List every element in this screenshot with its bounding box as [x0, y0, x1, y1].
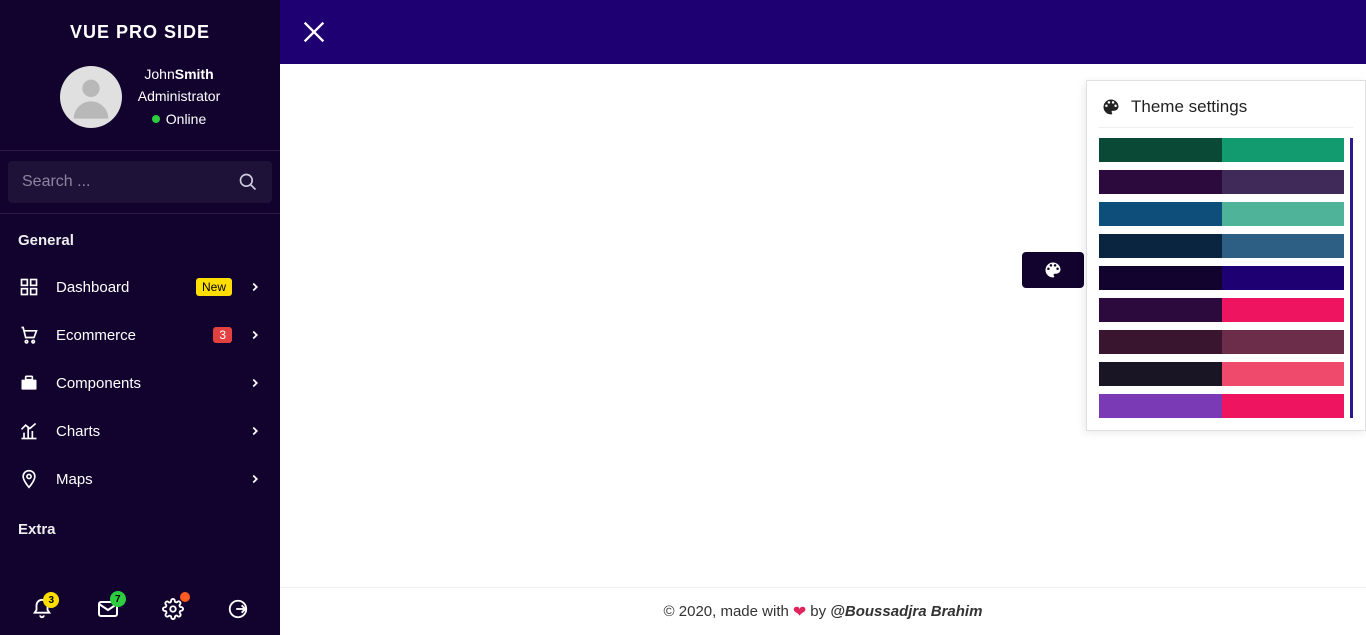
theme-option[interactable]	[1099, 298, 1344, 322]
theme-option[interactable]	[1099, 266, 1344, 290]
user-first-name: John	[144, 66, 174, 82]
user-info: JohnSmith Administrator Online	[138, 63, 220, 130]
sidebar-item-label: Components	[56, 375, 232, 392]
user-status-text: Online	[166, 108, 206, 130]
theme-option[interactable]	[1099, 234, 1344, 258]
theme-panel-title: Theme settings	[1131, 97, 1247, 117]
theme-option[interactable]	[1099, 138, 1344, 162]
user-status: Online	[138, 108, 220, 130]
theme-options-list	[1099, 138, 1353, 418]
dashboard-icon	[18, 277, 40, 297]
notification-count-badge: 3	[43, 592, 59, 608]
divider	[1099, 127, 1353, 128]
palette-icon	[1101, 97, 1121, 117]
chevron-right-icon	[248, 280, 262, 294]
sidebar-item-label: Ecommerce	[56, 327, 197, 344]
sidebar-item-label: Charts	[56, 423, 232, 440]
topbar	[280, 0, 1366, 64]
badge-new: New	[196, 278, 232, 296]
avatar[interactable]	[60, 66, 122, 128]
sidebar-item-maps[interactable]: Maps	[0, 455, 280, 503]
footer-credit: @Boussadjra Brahim	[830, 603, 982, 620]
sidebar-item-ecommerce[interactable]: Ecommerce 3	[0, 311, 280, 359]
search-input[interactable]	[22, 173, 238, 191]
theme-option[interactable]	[1099, 170, 1344, 194]
messages-button[interactable]: 7	[96, 597, 120, 621]
chevron-right-icon	[248, 472, 262, 486]
app-logo: VUE PRO SIDE	[0, 0, 280, 53]
footer-copyright: © 2020, made with	[664, 603, 789, 620]
search-icon[interactable]	[238, 172, 258, 192]
cart-icon	[18, 325, 40, 345]
search-input-wrapper[interactable]	[8, 161, 272, 203]
badge-count: 3	[213, 327, 232, 343]
heart-icon: ❤	[789, 602, 810, 622]
chevron-right-icon	[248, 328, 262, 342]
theme-panel-header: Theme settings	[1099, 93, 1353, 127]
page-footer: © 2020, made with ❤ by @Boussadjra Brahi…	[280, 587, 1366, 635]
user-block: JohnSmith Administrator Online	[0, 53, 280, 150]
close-icon[interactable]	[300, 18, 328, 46]
logout-button[interactable]	[227, 598, 249, 620]
sidebar-footer: 3 7	[0, 583, 280, 635]
section-general: General	[0, 232, 280, 263]
theme-settings-panel: Theme settings	[1086, 80, 1366, 431]
sidebar-item-dashboard[interactable]: Dashboard New	[0, 263, 280, 311]
chevron-right-icon	[248, 376, 262, 390]
user-last-name: Smith	[175, 66, 214, 82]
section-extra: Extra	[0, 503, 280, 552]
sidebar-item-charts[interactable]: Charts	[0, 407, 280, 455]
settings-alert-dot	[180, 592, 190, 602]
menu: General Dashboard New Ecommerce 3	[0, 214, 280, 583]
chart-icon	[18, 421, 40, 441]
footer-by: by	[810, 603, 826, 620]
theme-option[interactable]	[1099, 202, 1344, 226]
sidebar-item-label: Dashboard	[56, 279, 180, 296]
message-count-badge: 7	[110, 591, 126, 607]
status-indicator-icon	[152, 115, 160, 123]
theme-option[interactable]	[1099, 362, 1344, 386]
theme-option[interactable]	[1099, 330, 1344, 354]
theme-toggle-button[interactable]	[1022, 252, 1084, 288]
sidebar-item-label: Maps	[56, 471, 232, 488]
settings-button[interactable]	[162, 598, 184, 620]
sidebar: VUE PRO SIDE JohnSmith Administrator Onl…	[0, 0, 280, 635]
user-role: Administrator	[138, 85, 220, 107]
chevron-right-icon	[248, 424, 262, 438]
briefcase-icon	[18, 373, 40, 393]
map-pin-icon	[18, 469, 40, 489]
theme-option[interactable]	[1099, 394, 1344, 418]
sidebar-item-components[interactable]: Components	[0, 359, 280, 407]
notifications-button[interactable]: 3	[31, 598, 53, 620]
